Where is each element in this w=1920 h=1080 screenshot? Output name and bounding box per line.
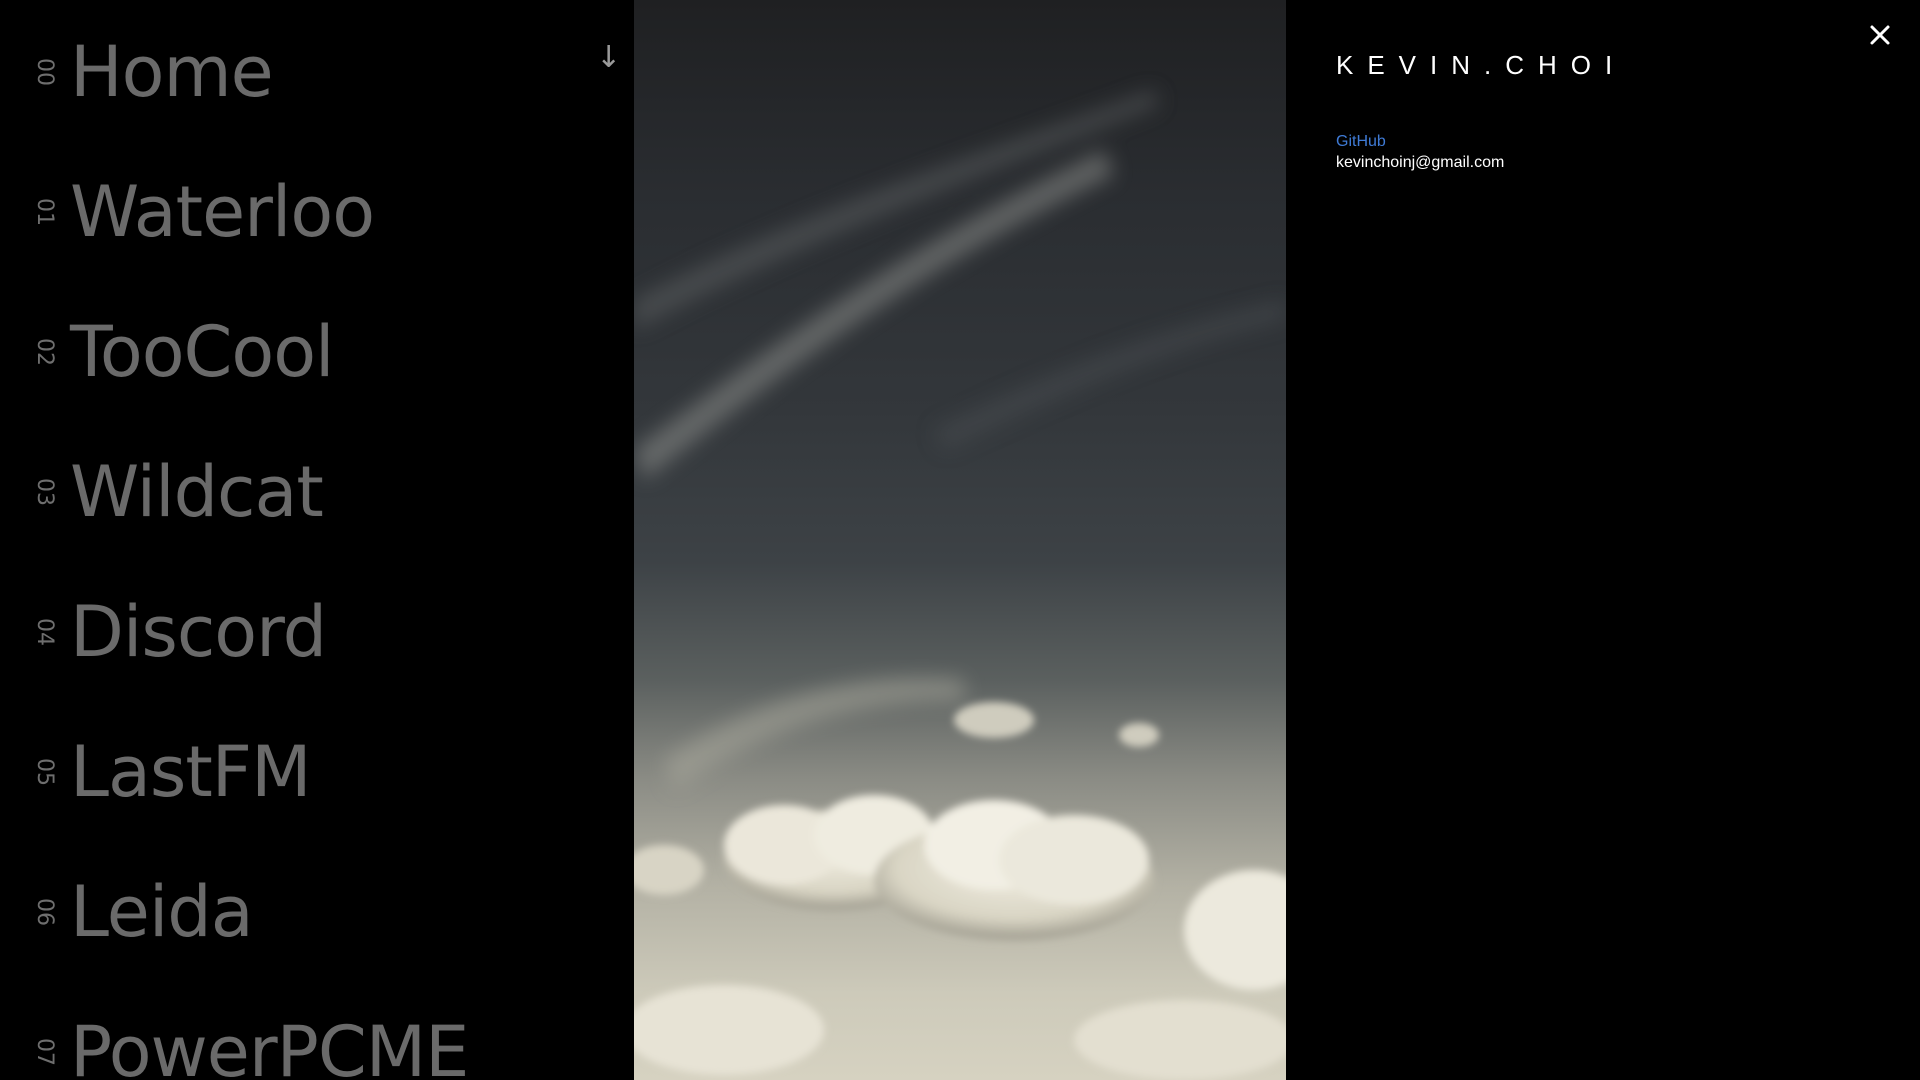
nav-item-number: 00: [32, 58, 57, 86]
nav-item-number: 05: [32, 758, 57, 786]
project-nav: 00 Home 01 Waterloo 02 TooCool 03 Wildca…: [0, 0, 634, 1080]
nav-item-label: PowerPCME: [70, 1011, 469, 1080]
arrow-down-icon[interactable]: ↓: [596, 38, 621, 78]
nav-item-label: Wildcat: [70, 451, 324, 533]
nav-item-powerpcme[interactable]: 07 PowerPCME: [0, 982, 620, 1080]
nav-item-waterloo[interactable]: 01 Waterloo: [0, 142, 620, 282]
sky-background-image: [634, 0, 1286, 1080]
site-title: KEVIN.CHOI: [1336, 50, 1627, 80]
close-button[interactable]: [1863, 18, 1897, 52]
email-address: kevinchoinj@gmail.com: [1336, 154, 1505, 171]
nav-item-label: Leida: [70, 871, 254, 953]
info-panel: KEVIN.CHOI GitHub kevinchoinj@gmail.com: [1286, 0, 1920, 1080]
nav-item-lastfm[interactable]: 05 LastFM: [0, 702, 620, 842]
nav-item-number: 02: [32, 338, 57, 366]
github-link[interactable]: GitHub: [1336, 133, 1386, 151]
nav-item-home[interactable]: 00 Home: [0, 2, 620, 142]
nav-item-number: 01: [32, 198, 57, 226]
nav-item-number: 06: [32, 898, 57, 926]
nav-item-number: 03: [32, 478, 57, 506]
cloud-illustration: [634, 90, 1286, 1080]
nav-item-label: LastFM: [70, 731, 311, 813]
nav-item-leida[interactable]: 06 Leida: [0, 842, 620, 982]
nav-item-toocool[interactable]: 02 TooCool: [0, 282, 620, 422]
nav-item-label: TooCool: [70, 311, 334, 393]
nav-item-number: 04: [32, 618, 57, 646]
nav-item-wildcat[interactable]: 03 Wildcat: [0, 422, 620, 562]
nav-item-discord[interactable]: 04 Discord: [0, 562, 620, 702]
nav-item-number: 07: [32, 1038, 57, 1066]
nav-item-label: Home: [70, 31, 274, 113]
close-icon: [1870, 25, 1890, 45]
nav-item-label: Waterloo: [70, 171, 375, 253]
nav-item-label: Discord: [70, 591, 327, 673]
